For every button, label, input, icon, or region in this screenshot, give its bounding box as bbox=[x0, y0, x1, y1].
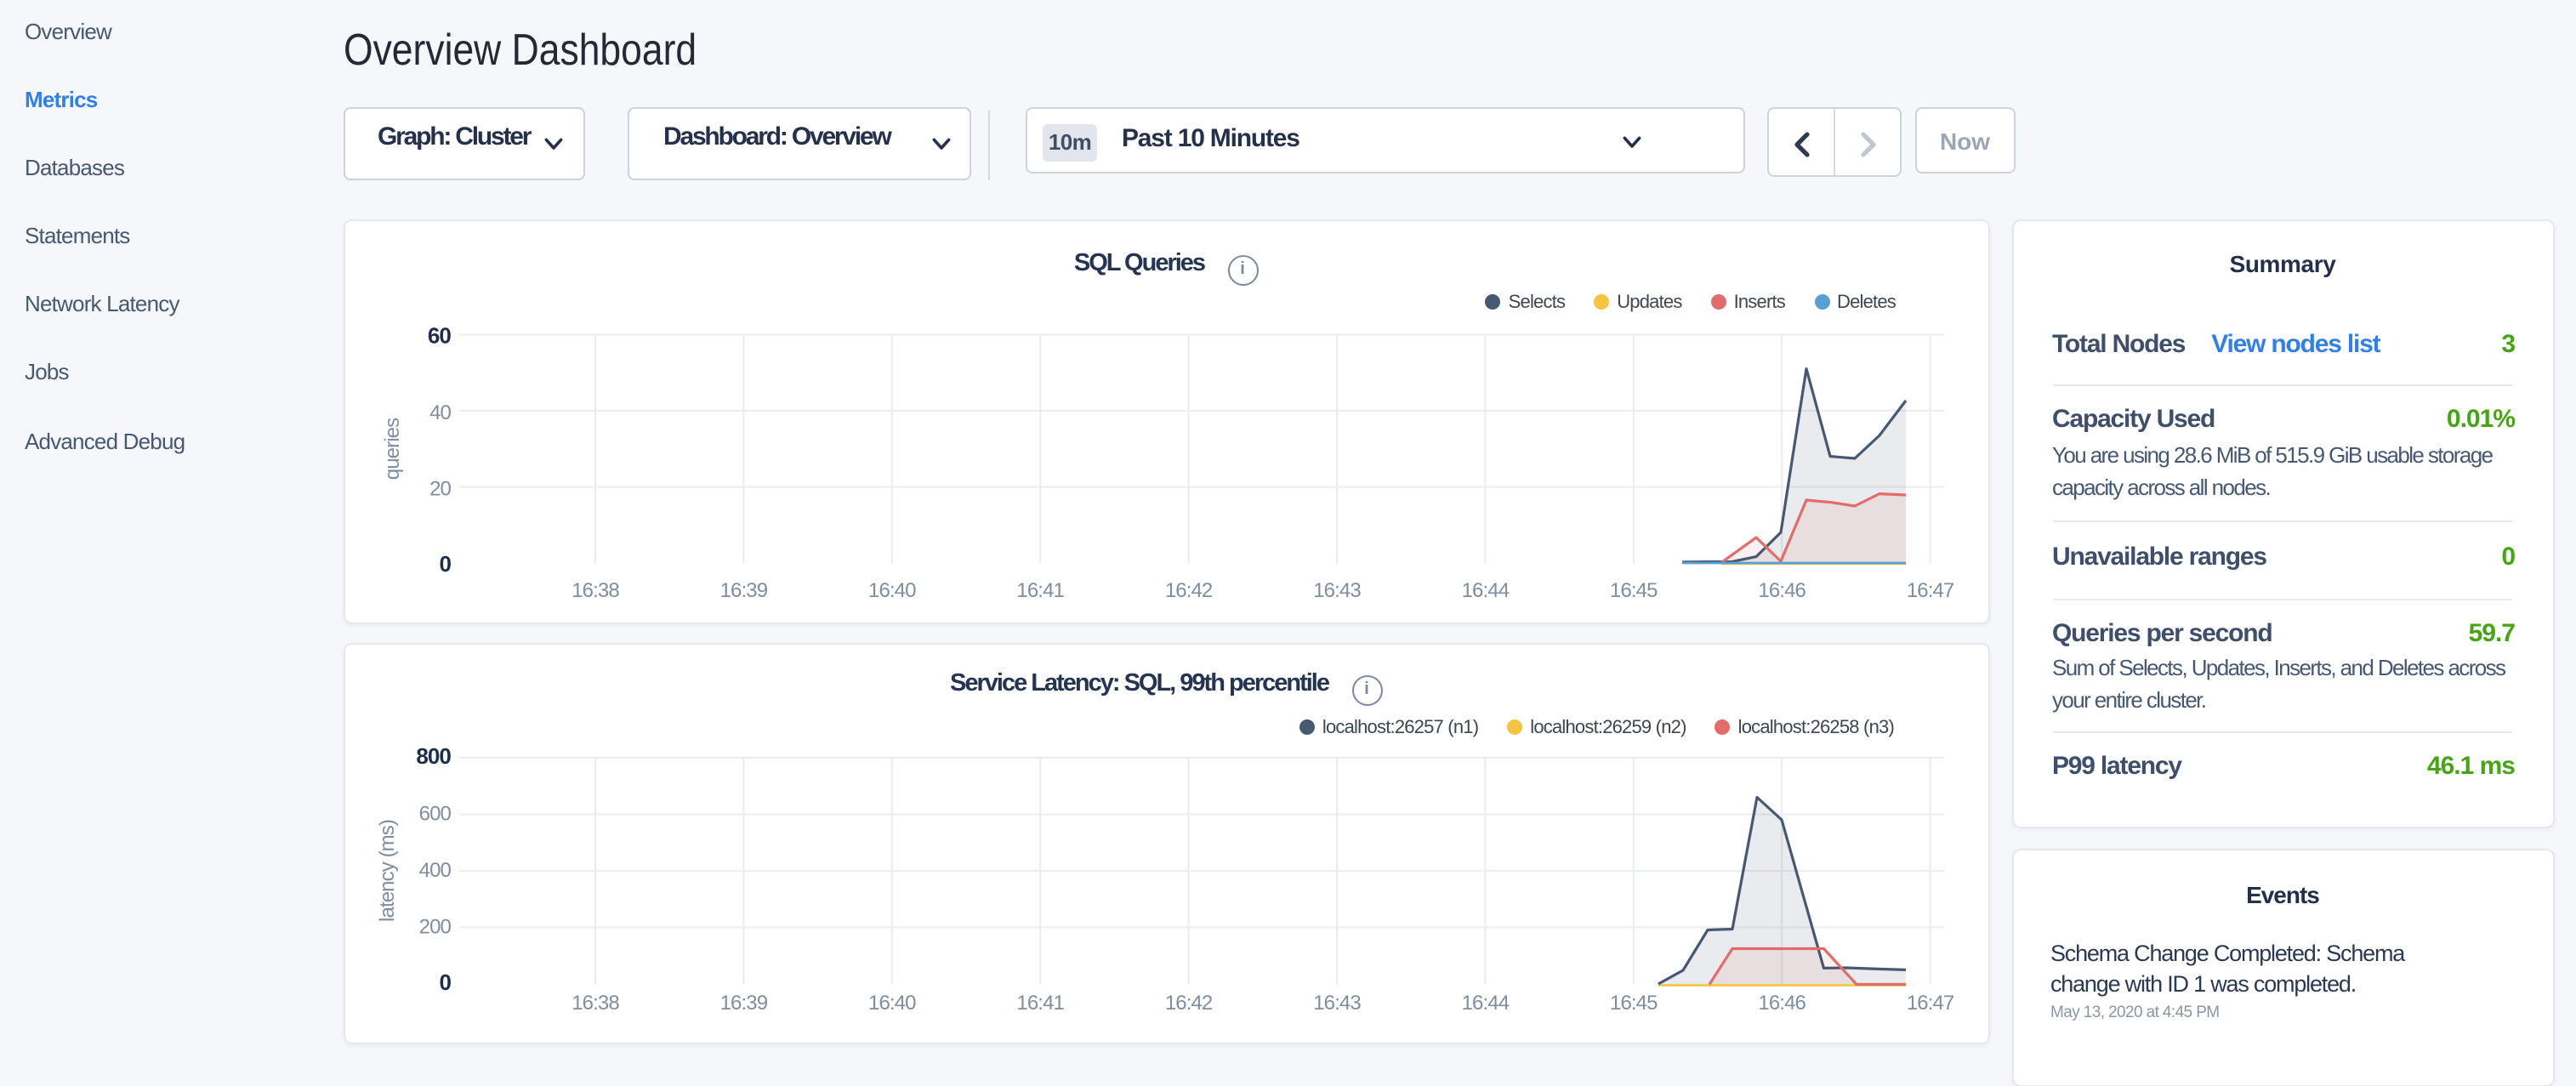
svg-text:400: 400 bbox=[418, 859, 451, 882]
svg-text:600: 600 bbox=[418, 803, 451, 826]
svg-text:16:47: 16:47 bbox=[1906, 579, 1953, 602]
svg-text:16:46: 16:46 bbox=[1757, 992, 1805, 1015]
svg-text:16:42: 16:42 bbox=[1164, 992, 1212, 1015]
svg-text:16:47: 16:47 bbox=[1906, 992, 1953, 1015]
svg-text:16:39: 16:39 bbox=[719, 992, 767, 1015]
svg-text:16:40: 16:40 bbox=[867, 579, 915, 602]
svg-text:0: 0 bbox=[438, 551, 450, 577]
svg-text:16:42: 16:42 bbox=[1164, 579, 1212, 602]
svg-text:16:38: 16:38 bbox=[571, 579, 618, 602]
svg-text:16:45: 16:45 bbox=[1609, 992, 1657, 1015]
svg-text:queries: queries bbox=[380, 418, 403, 480]
svg-text:16:41: 16:41 bbox=[1015, 992, 1063, 1015]
svg-text:16:43: 16:43 bbox=[1312, 992, 1360, 1015]
svg-text:40: 40 bbox=[429, 401, 450, 424]
svg-text:200: 200 bbox=[418, 916, 451, 939]
svg-text:60: 60 bbox=[427, 323, 451, 349]
svg-text:20: 20 bbox=[429, 478, 450, 501]
svg-text:latency (ms): latency (ms) bbox=[375, 820, 398, 922]
svg-text:0: 0 bbox=[438, 969, 450, 995]
svg-text:16:43: 16:43 bbox=[1312, 579, 1360, 602]
svg-text:16:41: 16:41 bbox=[1015, 579, 1063, 602]
svg-text:16:39: 16:39 bbox=[719, 579, 767, 602]
svg-text:16:45: 16:45 bbox=[1609, 579, 1657, 602]
svg-text:16:38: 16:38 bbox=[571, 992, 618, 1015]
svg-text:16:46: 16:46 bbox=[1757, 579, 1805, 602]
svg-text:16:44: 16:44 bbox=[1461, 992, 1509, 1015]
svg-text:16:40: 16:40 bbox=[867, 992, 915, 1015]
svg-text:16:44: 16:44 bbox=[1461, 579, 1509, 602]
svg-text:800: 800 bbox=[415, 743, 450, 769]
